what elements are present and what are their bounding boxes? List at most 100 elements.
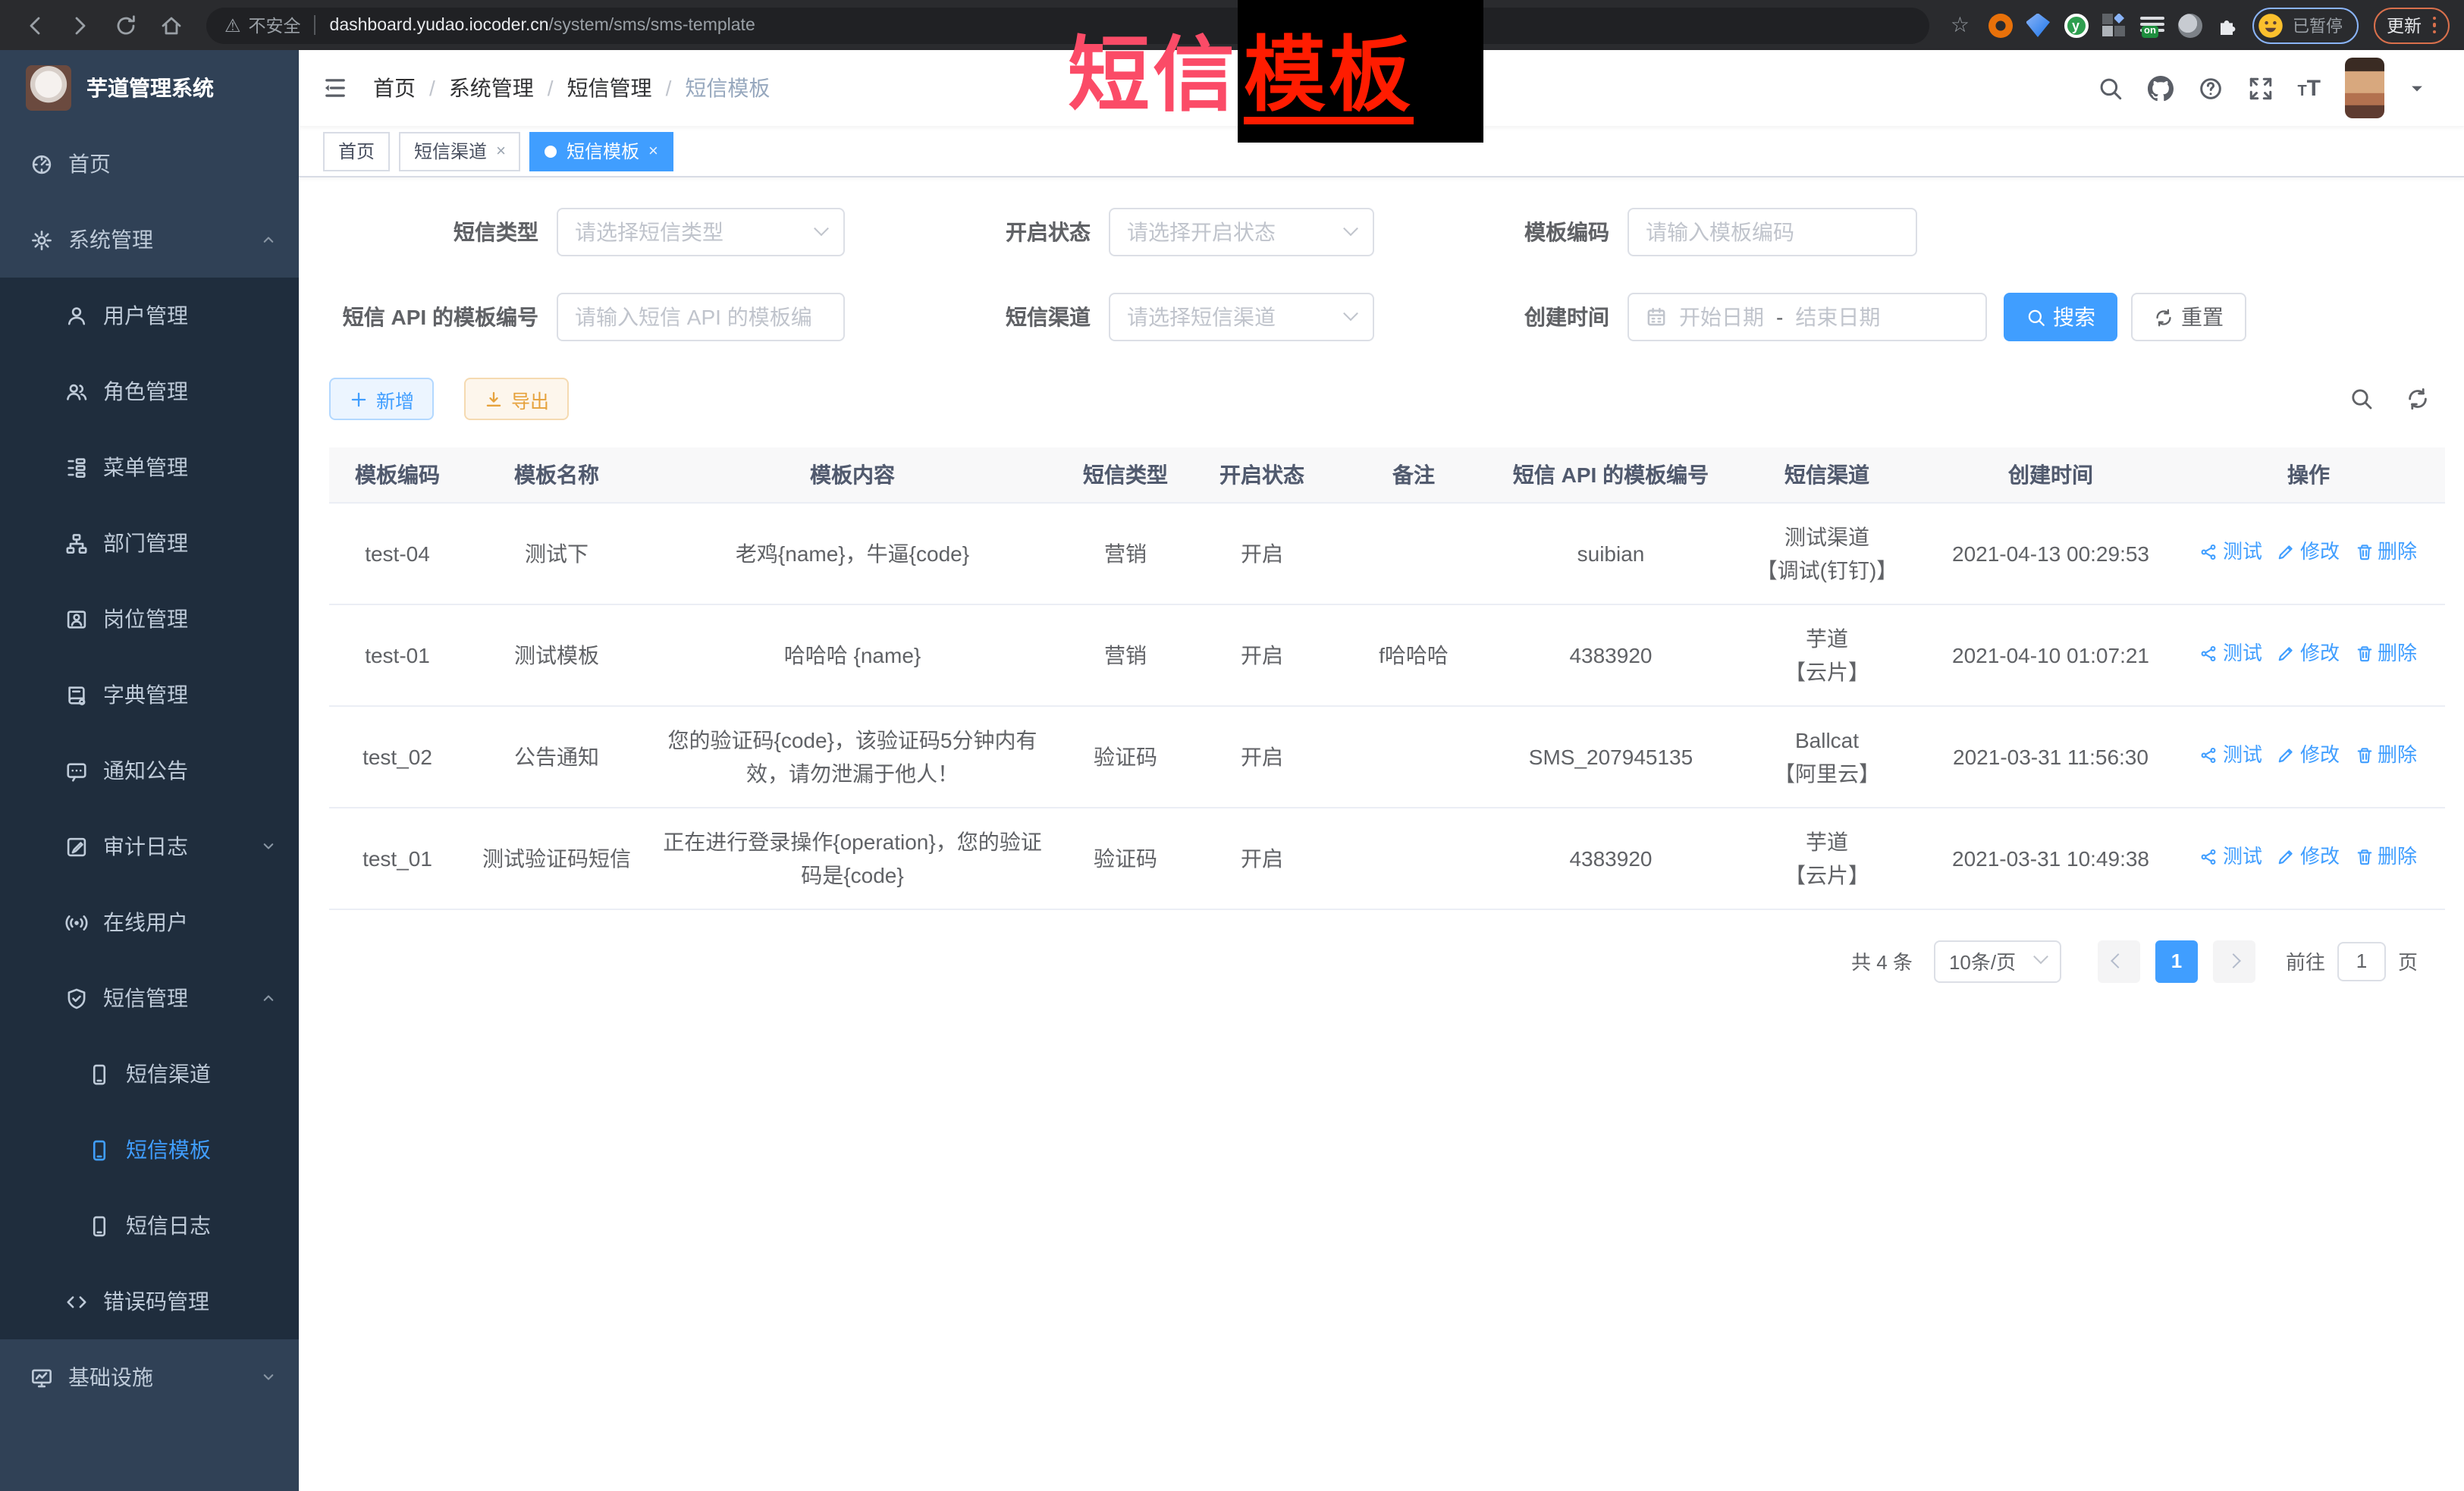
- row-action-test[interactable]: 测试: [2200, 535, 2262, 569]
- extension-icon-green-y[interactable]: y: [2064, 13, 2088, 37]
- help-icon[interactable]: [2197, 75, 2223, 101]
- sidebar-item[interactable]: 在线用户: [0, 884, 299, 960]
- github-icon[interactable]: [2147, 75, 2173, 101]
- page-size-select[interactable]: 10条/页: [1934, 940, 2061, 982]
- filter-select[interactable]: 请选择短信渠道: [1109, 293, 1374, 341]
- font-size-icon[interactable]: TT: [2297, 77, 2321, 99]
- close-icon[interactable]: ×: [648, 142, 658, 160]
- action-row: 新增 导出: [329, 378, 2445, 420]
- breadcrumb-item[interactable]: 系统管理: [449, 73, 534, 103]
- next-page-button[interactable]: [2213, 940, 2255, 982]
- cell-remark: f哈哈哈: [1330, 604, 1497, 705]
- sidebar-item-label: 首页: [68, 149, 111, 179]
- extensions-puzzle-icon[interactable]: [2215, 13, 2240, 37]
- tab-label: 短信渠道: [414, 138, 487, 164]
- browser-back-icon[interactable]: [15, 5, 55, 45]
- date-range-picker[interactable]: 开始日期-结束日期: [1627, 293, 1987, 341]
- extensions-row: y on: [1988, 13, 2240, 37]
- page-number-button[interactable]: 1: [2155, 940, 2198, 982]
- tab-item[interactable]: 短信渠道 ×: [399, 131, 521, 171]
- extension-icon-blue-gem[interactable]: [2026, 13, 2050, 37]
- extension-icon-monocle[interactable]: [2177, 13, 2202, 37]
- row-action-test[interactable]: 测试: [2200, 840, 2262, 874]
- row-action-modify[interactable]: 修改: [2277, 739, 2340, 772]
- sidebar-item[interactable]: 系统管理: [0, 202, 299, 278]
- sidebar-item[interactable]: 短信模板: [0, 1112, 299, 1188]
- app-root: ⚠ 不安全 dashboard.yudao.iocoder.cn /system…: [0, 0, 2464, 1491]
- sidebar-item[interactable]: 短信渠道: [0, 1036, 299, 1112]
- sidebar-item[interactable]: 短信日志: [0, 1188, 299, 1263]
- browser-update-button[interactable]: 更新: [2373, 7, 2450, 43]
- user-avatar[interactable]: [2345, 58, 2384, 118]
- chevron-down-icon: [259, 837, 278, 855]
- sidebar-item[interactable]: 角色管理: [0, 353, 299, 429]
- sidebar-item[interactable]: 字典管理: [0, 657, 299, 733]
- row-action-label: 修改: [2300, 535, 2340, 569]
- toggle-search-icon[interactable]: [2349, 387, 2374, 411]
- sidebar-item[interactable]: 岗位管理: [0, 581, 299, 657]
- sidebar-item[interactable]: 通知公告: [0, 733, 299, 808]
- sidebar-item[interactable]: 基础设施: [0, 1339, 299, 1415]
- fullscreen-icon[interactable]: [2247, 75, 2273, 101]
- cell-content: 老鸡{name}，牛逼{code}: [648, 502, 1057, 604]
- sidebar-logo-row[interactable]: 芋道管理系统: [0, 50, 299, 126]
- extension-icon-orange-ring[interactable]: [1988, 13, 2012, 37]
- filter-select[interactable]: 请选择短信类型: [557, 208, 845, 256]
- search-button-label: 搜索: [2053, 302, 2095, 332]
- row-action-delete[interactable]: 删除: [2355, 535, 2417, 569]
- mobile-icon: [88, 1063, 111, 1085]
- pagination: 共 4 条 10条/页 1 前往 页: [329, 940, 2445, 982]
- search-button[interactable]: 搜索: [2004, 293, 2117, 341]
- browser-forward-icon[interactable]: [61, 5, 100, 45]
- breadcrumb-item[interactable]: 短信管理: [567, 73, 652, 103]
- sidebar-item[interactable]: 短信管理: [0, 960, 299, 1036]
- row-action-delete[interactable]: 删除: [2355, 739, 2417, 772]
- sidebar-item[interactable]: 菜单管理: [0, 429, 299, 505]
- browser-reload-icon[interactable]: [106, 5, 146, 45]
- end-date-placeholder: 结束日期: [1795, 302, 1880, 332]
- browser-home-icon[interactable]: [152, 5, 191, 45]
- export-button[interactable]: 导出: [464, 378, 569, 420]
- collapse-menu-icon[interactable]: [322, 74, 349, 102]
- browser-menu-icon[interactable]: [2432, 17, 2436, 34]
- sidebar-item[interactable]: 审计日志: [0, 808, 299, 884]
- tab-item[interactable]: 首页: [323, 131, 390, 171]
- filter-input[interactable]: [1627, 208, 1917, 256]
- tab-active[interactable]: 短信模板×: [530, 131, 673, 171]
- cell-api-template-id: SMS_207945135: [1497, 705, 1725, 807]
- sidebar-item[interactable]: 首页: [0, 126, 299, 202]
- breadcrumb-item[interactable]: 短信模板: [685, 73, 770, 103]
- prev-page-button[interactable]: [2098, 940, 2140, 982]
- row-action-modify[interactable]: 修改: [2277, 840, 2340, 874]
- row-action-modify[interactable]: 修改: [2277, 637, 2340, 670]
- sidebar-item[interactable]: 用户管理: [0, 278, 299, 353]
- sidebar: 芋道管理系统 首页系统管理用户管理角色管理菜单管理部门管理岗位管理字典管理通知公…: [0, 50, 299, 1491]
- row-action-modify[interactable]: 修改: [2277, 535, 2340, 569]
- address-bar[interactable]: ⚠ 不安全 dashboard.yudao.iocoder.cn /system…: [206, 7, 1929, 43]
- row-action-test[interactable]: 测试: [2200, 637, 2262, 670]
- extension-icon-squares[interactable]: [2101, 13, 2126, 37]
- sidebar-item[interactable]: 错误码管理: [0, 1263, 299, 1339]
- filter-input[interactable]: [557, 293, 845, 341]
- filter-select[interactable]: 请选择开启状态: [1109, 208, 1374, 256]
- extension-icon-list[interactable]: on: [2139, 13, 2164, 37]
- reset-button[interactable]: 重置: [2131, 293, 2246, 341]
- search-icon[interactable]: [2097, 75, 2123, 101]
- row-action-delete[interactable]: 删除: [2355, 840, 2417, 874]
- breadcrumb-item[interactable]: 首页: [373, 73, 416, 103]
- channel-name: Ballcat: [1737, 723, 1917, 756]
- close-icon[interactable]: ×: [496, 142, 506, 160]
- sidebar-item-label: 短信渠道: [126, 1059, 211, 1089]
- row-action-test[interactable]: 测试: [2200, 739, 2262, 772]
- refresh-icon[interactable]: [2406, 387, 2430, 411]
- profile-paused-pill[interactable]: 已暂停: [2252, 7, 2358, 43]
- add-button[interactable]: 新增: [329, 378, 434, 420]
- sidebar-menu: 首页系统管理用户管理角色管理菜单管理部门管理岗位管理字典管理通知公告审计日志在线…: [0, 126, 299, 1415]
- gear-icon: [30, 228, 53, 251]
- goto-page-input[interactable]: [2337, 941, 2386, 981]
- avatar-caret-down-icon[interactable]: [2409, 80, 2425, 96]
- row-action-delete[interactable]: 删除: [2355, 637, 2417, 670]
- table-column-header: 模板名称: [466, 447, 648, 502]
- bookmark-star-icon[interactable]: ☆: [1951, 12, 1970, 38]
- sidebar-item[interactable]: 部门管理: [0, 505, 299, 581]
